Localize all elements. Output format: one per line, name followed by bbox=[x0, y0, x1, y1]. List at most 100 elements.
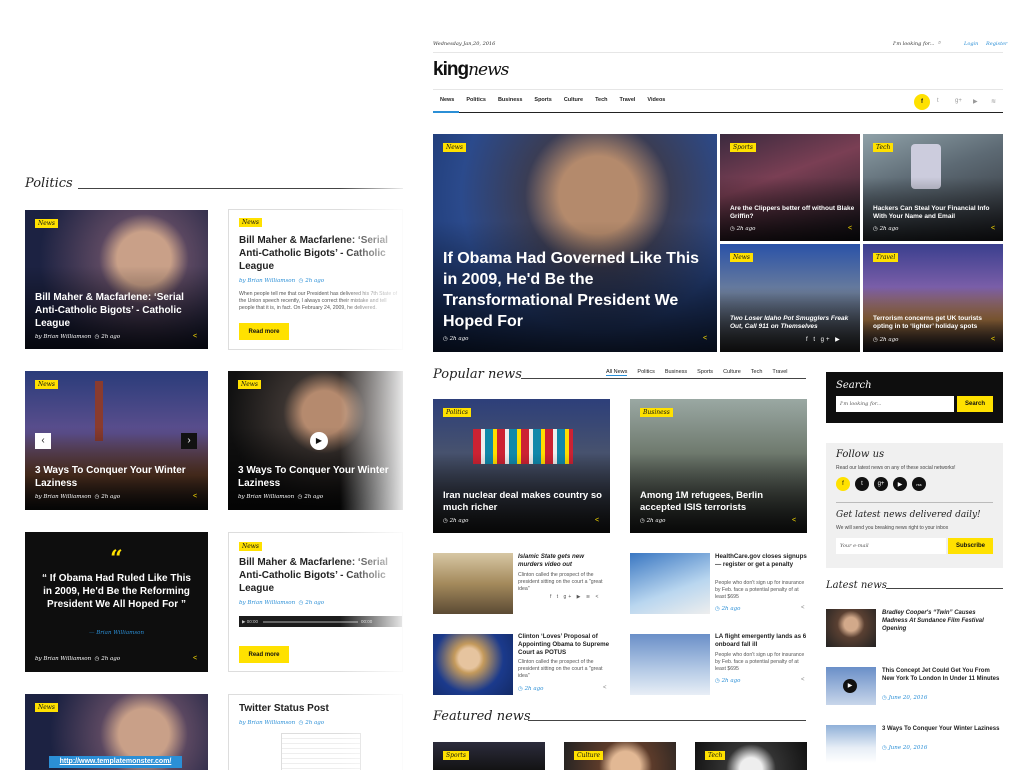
youtube-icon[interactable]: ▶ bbox=[893, 477, 907, 491]
sidebar-search-input[interactable]: I'm looking for... bbox=[836, 396, 954, 412]
author-link[interactable]: Brian Williamson bbox=[43, 334, 91, 340]
item-title[interactable]: Clinton ‘Loves’ Proposal of Appointing O… bbox=[518, 633, 610, 657]
card-title[interactable]: Hackers Can Steal Your Financial Info Wi… bbox=[873, 205, 1001, 221]
facebook-icon[interactable]: f bbox=[914, 94, 930, 110]
nav-item-travel[interactable]: Travel bbox=[620, 97, 636, 103]
tab-travel[interactable]: Travel bbox=[772, 369, 787, 376]
play-icon[interactable]: ▶ bbox=[843, 679, 857, 693]
slider-next-button[interactable]: › bbox=[181, 433, 197, 449]
item-title[interactable]: LA flight emergently lands as 6 onboard … bbox=[715, 633, 807, 649]
twitter-icon[interactable]: t bbox=[855, 477, 869, 491]
nav-item-politics[interactable]: Politics bbox=[466, 97, 486, 103]
twitter-icon[interactable]: t bbox=[937, 98, 939, 104]
facebook-icon[interactable]: f bbox=[836, 477, 850, 491]
login-link[interactable]: Login bbox=[964, 41, 978, 47]
social-share-bar[interactable]: f t g+ ▶ ≋ < bbox=[550, 594, 600, 600]
author-link[interactable]: Brian Williamson bbox=[246, 494, 294, 500]
card-title[interactable]: Twitter Status Post bbox=[239, 703, 329, 714]
share-icon[interactable]: < bbox=[193, 333, 199, 340]
popular-iran-photo[interactable]: Politics Iran nuclear deal makes country… bbox=[433, 399, 610, 533]
rss-icon[interactable]: rss bbox=[912, 477, 926, 491]
grid-sports-photo[interactable]: Sports Are the Clippers better off witho… bbox=[720, 134, 860, 241]
logo[interactable]: kingnews bbox=[433, 59, 509, 81]
popular-berlin-photo[interactable]: Business Among 1M refugees, Berlin accep… bbox=[630, 399, 807, 533]
nav-item-tech[interactable]: Tech bbox=[595, 97, 607, 103]
author-link[interactable]: Brian Williamson bbox=[247, 720, 295, 726]
item-title[interactable]: HealthCare.gov closes signups — register… bbox=[715, 553, 807, 569]
share-icon[interactable]: < bbox=[848, 225, 854, 232]
card-title[interactable]: Iran nuclear deal makes country so much … bbox=[443, 490, 603, 514]
latest-title[interactable]: This Concept Jet Could Get You From New … bbox=[882, 667, 1002, 683]
card-title[interactable]: Bill Maher & Macfarlene: ‘Serial Anti-Ca… bbox=[35, 291, 205, 330]
template-link[interactable]: http://www.templatemonster.com/ bbox=[49, 756, 182, 768]
tab-all-news[interactable]: All News bbox=[606, 369, 628, 376]
grid-news-photo[interactable]: News Two Loser Idaho Pot Smugglers Freak… bbox=[720, 244, 860, 352]
register-link[interactable]: Register bbox=[986, 41, 1007, 47]
sidebar-search-button[interactable]: Search bbox=[957, 396, 993, 412]
card-title[interactable]: Are the Clippers better off without Blak… bbox=[730, 205, 855, 221]
tab-business[interactable]: Business bbox=[665, 369, 687, 376]
card-title[interactable]: 3 Ways To Conquer Your Winter Laziness bbox=[35, 464, 205, 490]
subscribe-button[interactable]: Subscribe bbox=[948, 538, 993, 554]
slider-prev-button[interactable]: ‹ bbox=[35, 433, 51, 449]
card-title[interactable]: Among 1M refugees, Berlin accepted ISIS … bbox=[640, 490, 800, 514]
tab-sports[interactable]: Sports bbox=[697, 369, 713, 376]
nav-item-news[interactable]: News bbox=[440, 97, 454, 103]
card-link-post[interactable]: News http://www.templatemonster.com/ bbox=[25, 694, 208, 770]
share-icon[interactable]: < bbox=[991, 336, 997, 343]
featured-culture-photo[interactable]: Culture bbox=[564, 742, 676, 770]
top-search-input[interactable]: I'm looking for... bbox=[893, 41, 934, 47]
tab-tech[interactable]: Tech bbox=[751, 369, 763, 376]
rss-icon[interactable]: ≋ bbox=[991, 98, 996, 105]
youtube-icon[interactable]: ▶ bbox=[973, 98, 978, 105]
latest-thumb[interactable] bbox=[826, 725, 876, 763]
share-icon[interactable]: < bbox=[193, 655, 199, 662]
hero-title[interactable]: If Obama Had Governed Like This in 2009,… bbox=[443, 248, 713, 332]
grid-tech-photo[interactable]: Tech Hackers Can Steal Your Financial In… bbox=[863, 134, 1003, 241]
share-icon[interactable]: < bbox=[801, 677, 805, 683]
item-title[interactable]: Islamic State gets new murders video out bbox=[518, 553, 610, 569]
featured-tech-photo[interactable]: Tech bbox=[695, 742, 807, 770]
share-icon[interactable]: < bbox=[603, 685, 607, 691]
author-link[interactable]: Brian Williamson bbox=[43, 656, 91, 662]
email-field[interactable]: Your e-mail bbox=[836, 538, 946, 554]
share-icon[interactable]: < bbox=[792, 517, 798, 524]
featured-sports-photo[interactable]: Sports bbox=[433, 742, 545, 770]
social-share-bar[interactable]: f t g+ ▶ bbox=[806, 336, 842, 343]
nav-item-business[interactable]: Business bbox=[498, 97, 522, 103]
card-maher-photo[interactable]: News Bill Maher & Macfarlene: ‘Serial An… bbox=[25, 210, 208, 349]
nav-item-culture[interactable]: Culture bbox=[564, 97, 583, 103]
tab-culture[interactable]: Culture bbox=[723, 369, 741, 376]
read-more-button[interactable]: Read more bbox=[239, 323, 289, 340]
latest-thumb[interactable]: ▶ bbox=[826, 667, 876, 705]
share-icon[interactable]: < bbox=[991, 225, 997, 232]
read-more-button[interactable]: Read more bbox=[239, 646, 289, 663]
share-icon[interactable]: < bbox=[703, 335, 709, 342]
share-icon[interactable]: < bbox=[801, 605, 805, 611]
latest-title[interactable]: 3 Ways To Conquer Your Winter Laziness bbox=[882, 725, 1002, 733]
nav-item-videos[interactable]: Videos bbox=[647, 97, 665, 103]
author-link[interactable]: Brian Williamson bbox=[43, 494, 91, 500]
thumb-clinton[interactable] bbox=[433, 634, 513, 695]
card-title[interactable]: Two Loser Idaho Pot Smugglers Freak Out,… bbox=[730, 315, 855, 331]
card-title[interactable]: Terrorism concerns get UK tourists optin… bbox=[873, 315, 1001, 331]
latest-title[interactable]: Bradley Cooper's “Twin” Causes Madness A… bbox=[882, 609, 1002, 633]
share-icon[interactable]: < bbox=[193, 493, 199, 500]
author-link[interactable]: Brian Williamson bbox=[247, 600, 295, 606]
nav-item-sports[interactable]: Sports bbox=[534, 97, 551, 103]
google-plus-icon[interactable]: g+ bbox=[874, 477, 888, 491]
play-icon[interactable]: ▶ bbox=[310, 432, 328, 450]
thumb-healthcare[interactable] bbox=[630, 553, 710, 614]
author-link[interactable]: Brian Williamson bbox=[247, 278, 295, 284]
audio-play-icon[interactable]: ▶ bbox=[242, 619, 245, 625]
thumb-plane[interactable] bbox=[630, 634, 710, 695]
latest-thumb[interactable] bbox=[826, 609, 876, 647]
card-kremlin-photo[interactable]: News ‹ › 3 Ways To Conquer Your Winter L… bbox=[25, 371, 208, 510]
hero-photo[interactable]: News If Obama Had Governed Like This in … bbox=[433, 134, 717, 352]
grid-travel-photo[interactable]: Travel Terrorism concerns get UK tourist… bbox=[863, 244, 1003, 352]
google-plus-icon[interactable]: g+ bbox=[955, 98, 962, 104]
share-icon[interactable]: < bbox=[595, 517, 601, 524]
tab-politics[interactable]: Politics bbox=[637, 369, 654, 376]
thumb-isis[interactable] bbox=[433, 553, 513, 614]
search-icon[interactable]: ⌕ bbox=[938, 40, 941, 47]
